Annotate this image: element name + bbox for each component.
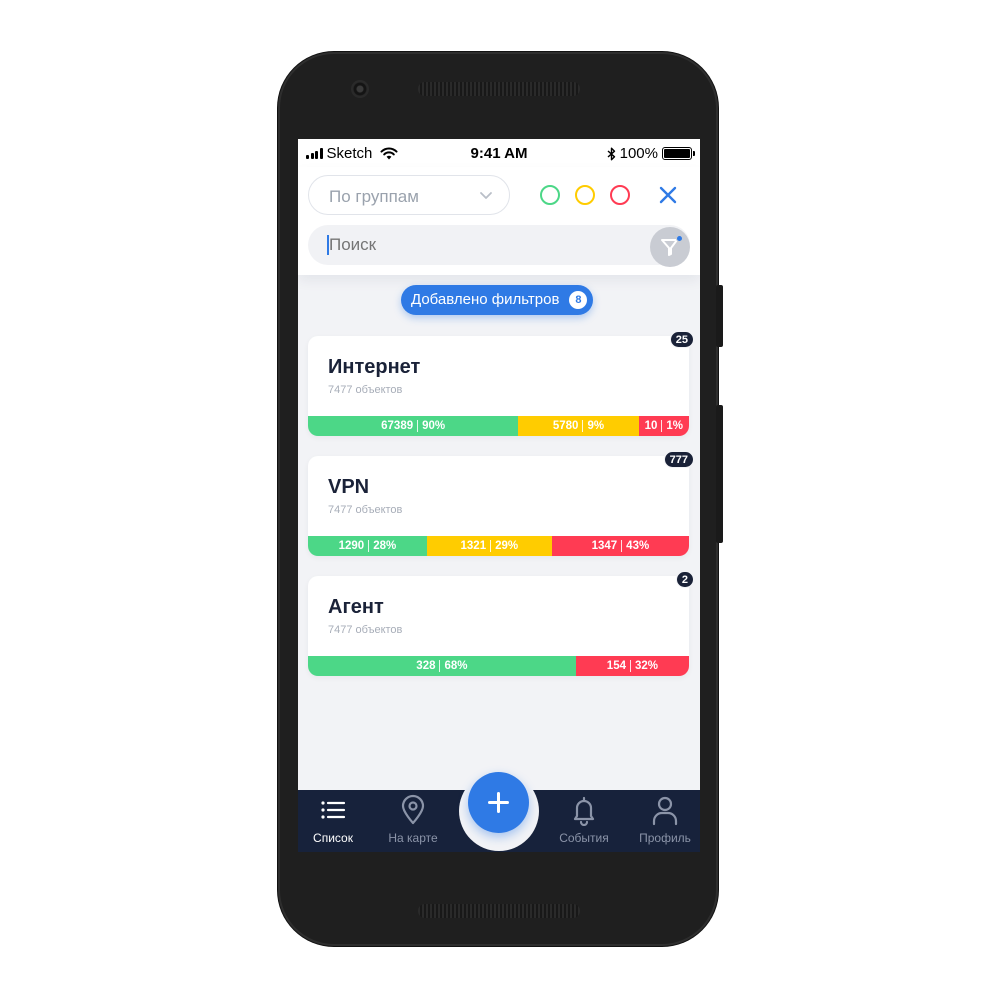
- battery-percent: 100%: [619, 145, 658, 162]
- phone-volume-button: [716, 285, 723, 347]
- segment-divider: [629, 660, 631, 672]
- search-field[interactable]: [308, 225, 690, 265]
- segment-count: 10: [644, 420, 658, 432]
- list-icon: [321, 801, 346, 819]
- segment-divider: [621, 540, 623, 552]
- segment-percent: 28%: [373, 540, 397, 552]
- segment-percent: 1%: [666, 420, 684, 432]
- bluetooth-icon: [607, 147, 615, 160]
- segment-divider: [582, 420, 584, 432]
- added-filters-count: 8: [569, 291, 588, 309]
- tab-events-label: События: [559, 831, 609, 845]
- group-card[interactable]: Агент 7477 объектов 2 328 68% 154 32%: [308, 571, 694, 676]
- status-segment-green[interactable]: 1290 28%: [308, 536, 427, 556]
- group-title: Агент: [328, 596, 384, 618]
- group-by-value: По группам: [329, 187, 419, 206]
- segment-divider: [490, 540, 492, 552]
- status-filter-yellow[interactable]: [575, 185, 595, 205]
- status-segment-green[interactable]: 67389 90%: [308, 416, 519, 436]
- status-distribution-bar: 328 68% 154 32%: [308, 656, 689, 676]
- status-filter-green[interactable]: [540, 185, 560, 205]
- segment-count: 154: [606, 660, 626, 672]
- header: По группам: [298, 167, 700, 275]
- user-icon: [652, 796, 678, 826]
- phone-power-button: [716, 405, 723, 543]
- segment-percent: 43%: [626, 540, 650, 552]
- segment-divider: [368, 540, 370, 552]
- group-object-count: 7477 объектов: [328, 384, 403, 396]
- status-filter-red[interactable]: [610, 185, 630, 205]
- segment-divider: [439, 660, 441, 672]
- tab-list-label: Список: [313, 831, 353, 845]
- group-object-count: 7477 объектов: [328, 624, 403, 636]
- segment-count: 328: [416, 660, 436, 672]
- tab-events[interactable]: События: [549, 794, 619, 849]
- segment-percent: 9%: [587, 420, 605, 432]
- status-bar-right: 100%: [607, 145, 695, 162]
- segment-count: 5780: [552, 420, 579, 432]
- group-by-dropdown[interactable]: По группам: [308, 175, 510, 215]
- app-screen: Sketch 9:41 AM 100% По группам Поиск Доб…: [298, 139, 700, 852]
- group-card[interactable]: Интернет 7477 объектов 25 67389 90% 5780 9% 10 1…: [308, 331, 694, 436]
- group-card[interactable]: VPN 7477 объектов 777 1290 28% 1321 29% 1347 43%: [308, 451, 694, 556]
- notification-badge: 2: [675, 571, 694, 588]
- status-segment-red[interactable]: 1347 43%: [551, 536, 689, 556]
- front-camera: [351, 80, 369, 98]
- status-bar: Sketch 9:41 AM 100%: [298, 139, 700, 167]
- search-input[interactable]: [329, 225, 629, 265]
- notification-badge: 25: [669, 331, 694, 348]
- notification-badge: 777: [663, 451, 694, 468]
- segment-percent: 68%: [444, 660, 468, 672]
- status-segment-yellow[interactable]: 1321 29%: [426, 536, 552, 556]
- bottom-speaker-grille: [418, 904, 580, 918]
- bell-icon: [573, 796, 595, 826]
- close-icon[interactable]: [658, 185, 678, 205]
- segment-percent: 29%: [495, 540, 519, 552]
- group-object-count: 7477 объектов: [328, 504, 403, 516]
- segment-percent: 32%: [634, 660, 659, 672]
- segment-divider: [661, 420, 663, 432]
- segment-count: 1290: [338, 540, 365, 552]
- segment-divider: [417, 420, 419, 432]
- filter-active-dot: [676, 235, 683, 242]
- status-segment-red[interactable]: 10 1%: [638, 416, 689, 436]
- segment-count: 1347: [591, 540, 618, 552]
- map-pin-icon: [401, 794, 425, 825]
- segment-percent: 90%: [422, 420, 446, 432]
- status-segment-red[interactable]: 154 32%: [575, 656, 689, 676]
- tab-map[interactable]: На карте: [378, 794, 448, 849]
- filter-icon: [661, 239, 678, 256]
- plus-icon-vertical: [497, 792, 500, 813]
- status-segment-yellow[interactable]: 5780 9%: [518, 416, 639, 436]
- battery-level: [664, 149, 690, 158]
- added-filters-label: Добавлено фильтров: [411, 291, 560, 308]
- added-filters-chip[interactable]: Добавлено фильтров 8: [401, 285, 594, 315]
- status-distribution-bar: 1290 28% 1321 29% 1347 43%: [308, 536, 689, 556]
- tab-list[interactable]: Список: [298, 794, 368, 849]
- segment-count: 1321: [460, 540, 487, 552]
- tab-profile-label: Профиль: [639, 831, 691, 845]
- chevron-down-icon: [480, 192, 492, 199]
- filter-button[interactable]: [650, 227, 690, 267]
- status-distribution-bar: 67389 90% 5780 9% 10 1%: [308, 416, 689, 436]
- status-segment-green[interactable]: 328 68%: [308, 656, 576, 676]
- tab-map-label: На карте: [388, 831, 438, 845]
- add-button[interactable]: [468, 772, 529, 833]
- battery-icon: [662, 147, 695, 160]
- group-title: Интернет: [328, 356, 421, 378]
- top-speaker-grille: [418, 82, 580, 96]
- tab-profile[interactable]: Профиль: [630, 794, 700, 849]
- segment-count: 67389: [381, 420, 414, 432]
- group-title: VPN: [328, 476, 370, 498]
